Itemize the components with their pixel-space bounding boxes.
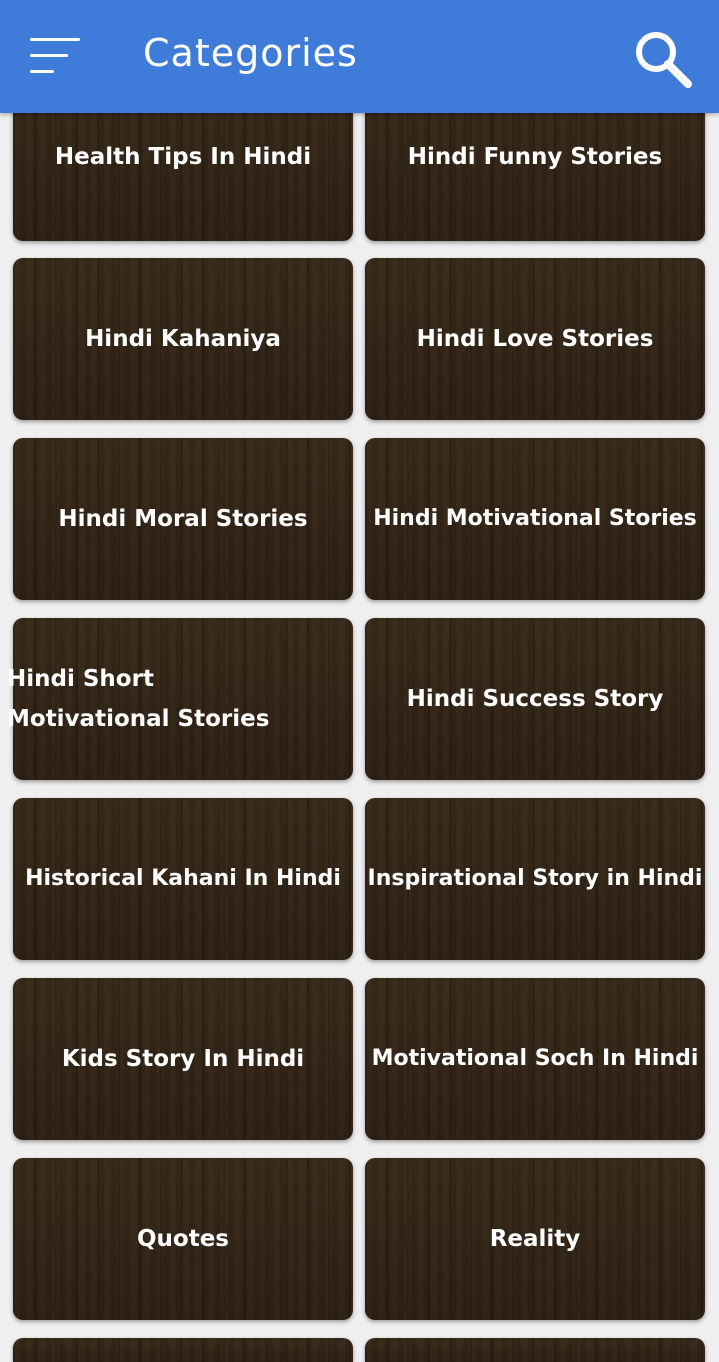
category-tile-partial[interactable] [365, 1338, 705, 1362]
category-tile-kids-story[interactable]: Kids Story In Hindi [13, 978, 353, 1140]
category-tile-motivational-stories[interactable]: Hindi Motivational Stories [365, 438, 705, 600]
search-icon [636, 32, 692, 88]
category-label: Hindi Love Stories [416, 326, 654, 352]
category-tile-kahaniya[interactable]: Hindi Kahaniya [13, 258, 353, 420]
category-tile-quotes[interactable]: Quotes [13, 1158, 353, 1320]
category-tile-short-motivational-stories[interactable]: Hindi Short Motivational Stories [7, 618, 353, 780]
category-label: Kids Story In Hindi [61, 1046, 305, 1072]
category-tile-historical-kahani[interactable]: Historical Kahani In Hindi [13, 798, 353, 960]
category-tile-inspirational-story[interactable]: Inspirational Story in Hindi [365, 798, 705, 960]
search-button[interactable] [630, 26, 694, 90]
category-label: Quotes [136, 1226, 229, 1252]
category-label: Hindi Success Story [406, 686, 664, 712]
category-tile-success-story[interactable]: Hindi Success Story [365, 618, 705, 780]
category-label: Historical Kahani In Hindi [25, 866, 341, 891]
category-tile-motivational-soch[interactable]: Motivational Soch In Hindi [365, 978, 705, 1140]
category-label: Hindi Kahaniya [85, 326, 281, 352]
category-label: Reality [489, 1226, 581, 1252]
menu-line [30, 54, 68, 57]
category-tile-love-stories[interactable]: Hindi Love Stories [365, 258, 705, 420]
hamburger-menu-icon [30, 38, 80, 41]
page-title: Categories [143, 31, 358, 75]
category-label: Motivational Soch In Hindi [371, 1046, 699, 1071]
menu-button[interactable] [24, 30, 86, 82]
menu-line [30, 70, 54, 73]
category-label: Hindi Short Motivational Stories [7, 666, 270, 732]
category-tile-moral-stories[interactable]: Hindi Moral Stories [13, 438, 353, 600]
category-grid: Health Tips In Hindi Hindi Funny Stories… [0, 0, 719, 1362]
category-label: Hindi Motivational Stories [373, 506, 697, 531]
app-bar: Categories [0, 0, 719, 113]
category-tile-partial[interactable] [13, 1338, 353, 1362]
category-tile-reality[interactable]: Reality [365, 1158, 705, 1320]
category-label: Hindi Moral Stories [58, 506, 308, 532]
category-label: Inspirational Story in Hindi [367, 866, 703, 891]
